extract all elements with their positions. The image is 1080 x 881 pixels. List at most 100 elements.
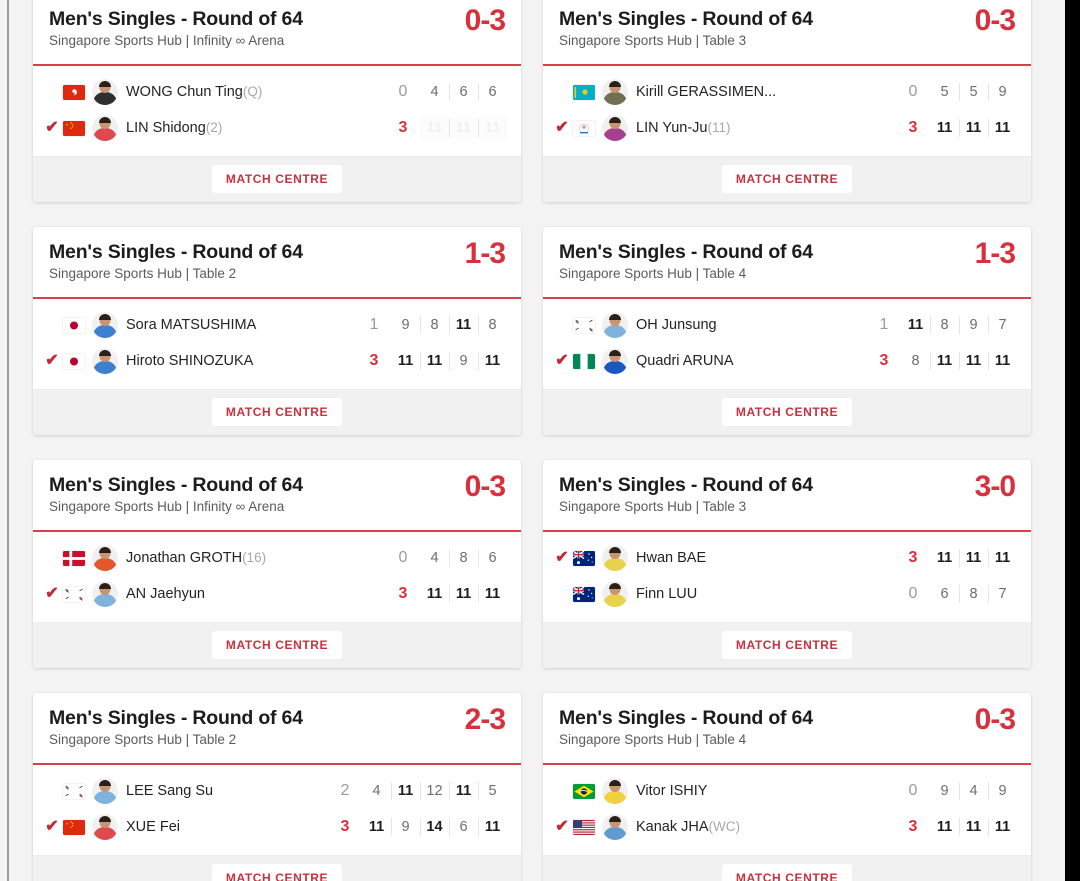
player-name-text: Sora MATSUSHIMA bbox=[126, 317, 257, 333]
avatar-hair bbox=[609, 350, 621, 356]
set-score: 11 bbox=[426, 586, 443, 602]
player-row: ✔ LIN Yun-Ju(11) 3 11 11 11 bbox=[543, 110, 1031, 146]
set-score: 8 bbox=[911, 353, 920, 369]
match-title: Men's Singles - Round of 64 bbox=[49, 707, 303, 729]
set-score: 12 bbox=[420, 780, 449, 802]
avatar-torso bbox=[603, 594, 627, 607]
match-centre-button[interactable]: MATCH CENTRE bbox=[721, 864, 853, 881]
avatar-torso bbox=[603, 325, 627, 338]
games-won: 3 bbox=[340, 818, 350, 835]
match-venue: Singapore Sports Hub | Table 4 bbox=[559, 732, 747, 748]
set-score: 6 bbox=[478, 547, 507, 569]
avatar-torso bbox=[93, 92, 117, 105]
player-row: ✔Vitor ISHIY0949 bbox=[543, 773, 1031, 809]
winner-check-icon: ✔ bbox=[555, 119, 569, 136]
match-card-footer: MATCH CENTRE bbox=[543, 156, 1031, 202]
flag-icon-china bbox=[63, 819, 85, 835]
flag-icon-denmark bbox=[63, 550, 85, 566]
player-row: ✔ Quadri ARUNA 3 8 11 11 11 bbox=[543, 343, 1031, 379]
player-avatar bbox=[92, 581, 118, 607]
player-seed: (11) bbox=[707, 120, 731, 135]
match-card-footer: MATCH CENTRE bbox=[33, 855, 521, 881]
match-card-footer: MATCH CENTRE bbox=[543, 855, 1031, 881]
player-avatar bbox=[602, 115, 628, 141]
set-score: 6 bbox=[940, 586, 949, 602]
set-score: 11 bbox=[936, 550, 953, 566]
player-name-text: Hiroto SHINOZUKA bbox=[126, 353, 254, 369]
player-row: ✔ Kanak JHA(WC) 3 11 11 11 bbox=[543, 809, 1031, 845]
player-row: ✔Sora MATSUSHIMA198118 bbox=[33, 307, 521, 343]
match-centre-button[interactable]: MATCH CENTRE bbox=[211, 864, 343, 881]
avatar-torso bbox=[603, 128, 627, 141]
player-name-text: Hwan BAE bbox=[636, 550, 707, 566]
flag-icon-nigeria bbox=[573, 353, 595, 369]
set-score: 11 bbox=[936, 819, 953, 835]
set-score: 11 bbox=[959, 117, 988, 139]
set-score: 5 bbox=[478, 780, 507, 802]
player-name-text: OH Junsung bbox=[636, 317, 717, 333]
player-name-text: WONG Chun Ting bbox=[126, 84, 243, 100]
set-score: 6 bbox=[478, 81, 507, 103]
set-score: 11 bbox=[449, 780, 478, 802]
set-score: 4 bbox=[430, 84, 439, 100]
player-scores: 1 9 8 11 8 bbox=[357, 314, 521, 336]
player-avatar bbox=[92, 814, 118, 840]
avatar-hair bbox=[609, 547, 621, 553]
avatar-torso bbox=[93, 827, 117, 840]
match-centre-button[interactable]: MATCH CENTRE bbox=[211, 398, 343, 426]
avatar-hair bbox=[609, 816, 621, 822]
games-won: 1 bbox=[879, 316, 889, 333]
match-score: 0-3 bbox=[464, 470, 506, 503]
player-name: Sora MATSUSHIMA bbox=[126, 317, 357, 333]
match-venue: Singapore Sports Hub | Table 3 bbox=[559, 499, 747, 515]
set-score: 11 bbox=[936, 120, 953, 136]
player-scores: 3 11 11 11 bbox=[896, 117, 1031, 139]
games-won: 0 bbox=[398, 549, 408, 566]
avatar-torso bbox=[603, 558, 627, 571]
match-score: 3-0 bbox=[974, 470, 1016, 503]
player-name-text: LIN Yun-Ju bbox=[636, 120, 708, 136]
set-score: 11 bbox=[426, 120, 443, 136]
set-score: 11 bbox=[478, 117, 507, 139]
games-won: 3 bbox=[908, 549, 918, 566]
player-scores: 3 11 11 11 bbox=[386, 117, 521, 139]
winner-check-icon: ✔ bbox=[45, 119, 59, 136]
match-score: 0-3 bbox=[464, 4, 506, 37]
match-centre-button[interactable]: MATCH CENTRE bbox=[721, 165, 853, 193]
avatar-hair bbox=[99, 583, 111, 589]
set-score: 8 bbox=[449, 547, 478, 569]
avatar-hair bbox=[99, 816, 111, 822]
match-centre-button[interactable]: MATCH CENTRE bbox=[211, 165, 343, 193]
match-centre-button[interactable]: MATCH CENTRE bbox=[211, 631, 343, 659]
player-avatar bbox=[92, 778, 118, 804]
player-avatar bbox=[602, 778, 628, 804]
set-score: 9 bbox=[988, 780, 1017, 802]
match-centre-button[interactable]: MATCH CENTRE bbox=[721, 631, 853, 659]
winner-check-icon: ✔ bbox=[555, 352, 569, 369]
match-title: Men's Singles - Round of 64 bbox=[559, 8, 813, 30]
match-centre-button[interactable]: MATCH CENTRE bbox=[721, 398, 853, 426]
page-right-gutter bbox=[1065, 0, 1080, 881]
player-name-text: Quadri ARUNA bbox=[636, 353, 734, 369]
set-score: 11 bbox=[391, 780, 420, 802]
match-score: 1-3 bbox=[464, 237, 506, 270]
player-avatar bbox=[602, 79, 628, 105]
player-name: Vitor ISHIY bbox=[636, 783, 896, 799]
player-scores: 3 11 11 11 bbox=[896, 816, 1031, 838]
avatar-torso bbox=[93, 128, 117, 141]
player-avatar bbox=[602, 312, 628, 338]
flag-icon-south-korea bbox=[63, 586, 85, 602]
match-venue: Singapore Sports Hub | Infinity ∞ Arena bbox=[49, 499, 285, 515]
match-score: 0-3 bbox=[974, 4, 1016, 37]
player-name: Jonathan GROTH(16) bbox=[126, 550, 386, 566]
player-name: Hwan BAE bbox=[636, 550, 896, 566]
set-score: 11 bbox=[959, 547, 988, 569]
match-score: 1-3 bbox=[974, 237, 1016, 270]
set-score: 11 bbox=[420, 350, 449, 372]
avatar-torso bbox=[93, 558, 117, 571]
set-score: 5 bbox=[940, 84, 949, 100]
avatar-hair bbox=[99, 350, 111, 356]
player-row: ✔ LIN Shidong(2) 3 11 11 11 bbox=[33, 110, 521, 146]
flag-icon-south-korea bbox=[573, 317, 595, 333]
player-scores: 2 4 11 12 11 5 bbox=[328, 780, 521, 802]
